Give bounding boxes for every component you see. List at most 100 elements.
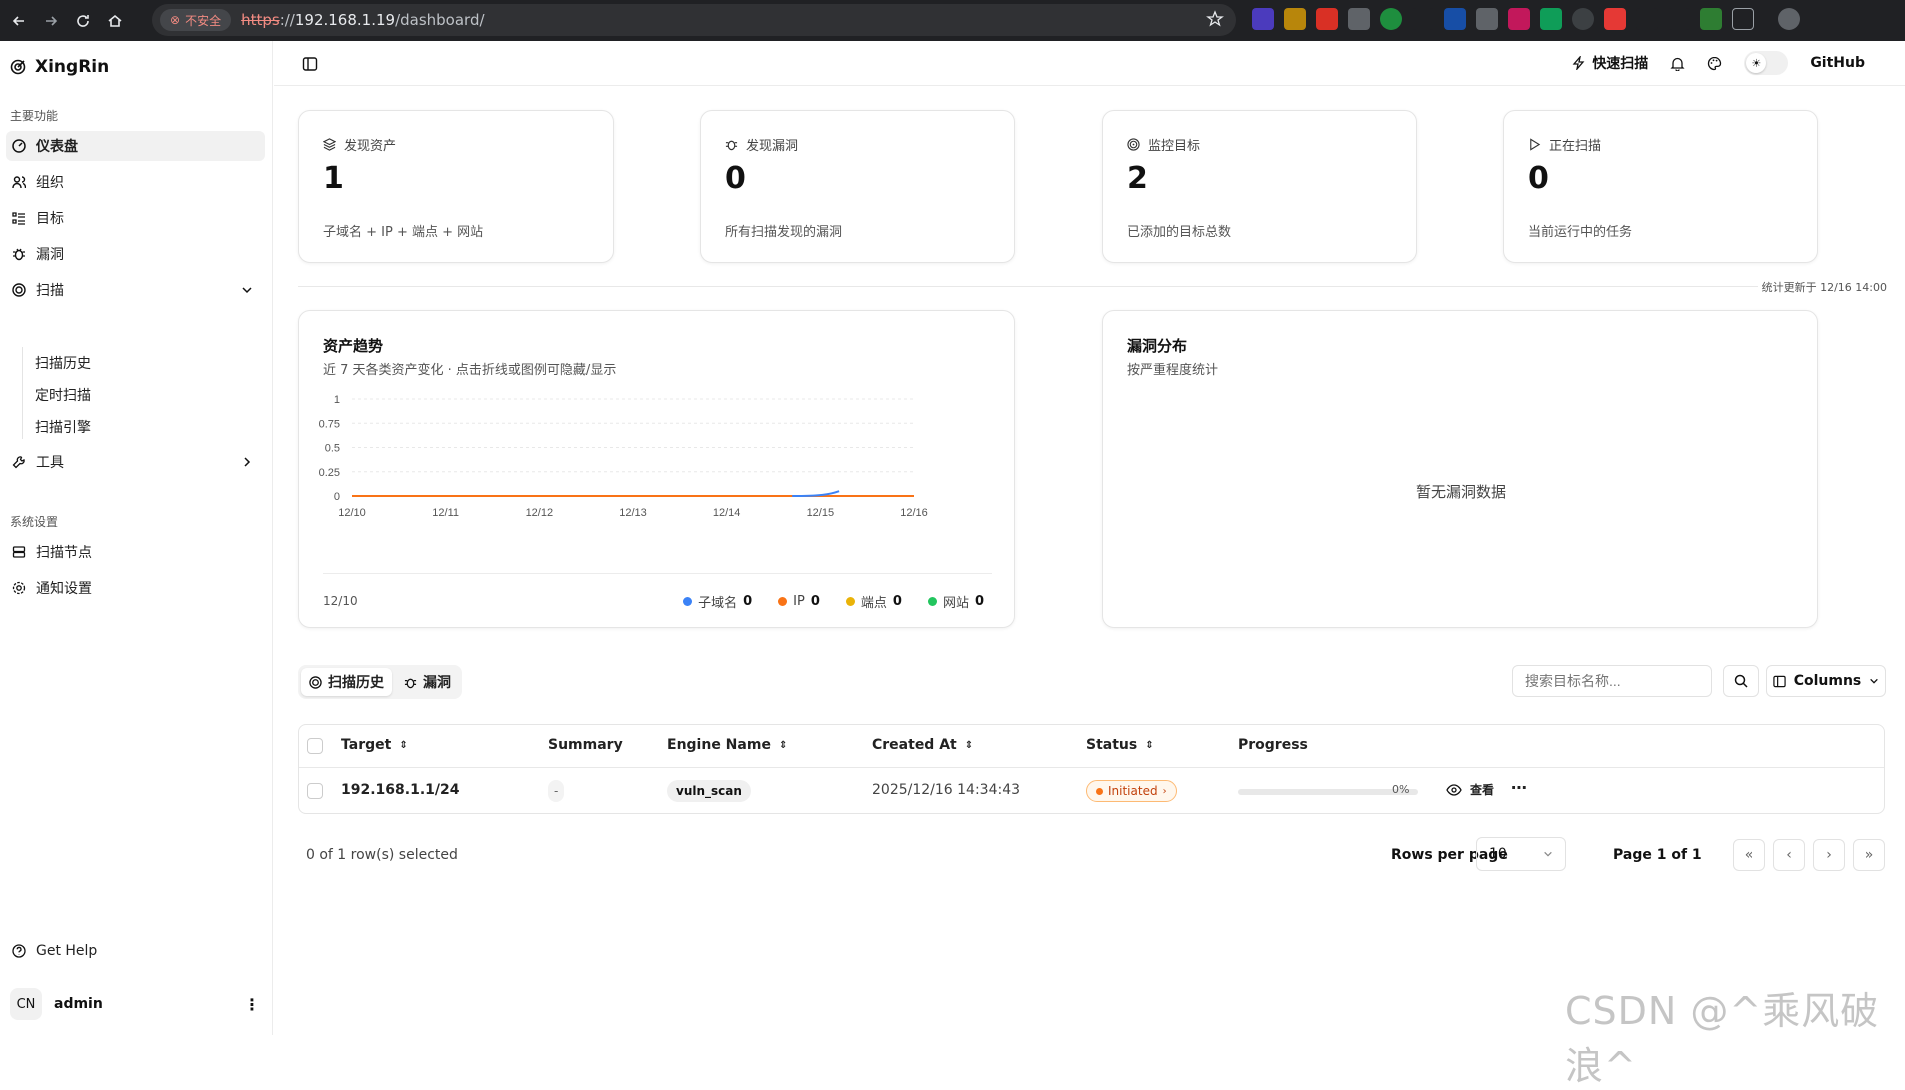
row-checkbox[interactable] bbox=[307, 783, 323, 799]
table-tabs: 扫描历史 漏洞 bbox=[298, 665, 462, 699]
url-text[interactable]: https://192.168.1.19/dashboard/ bbox=[241, 11, 484, 29]
url-host: 192.168.1.19 bbox=[294, 11, 396, 29]
extension-icon[interactable] bbox=[1252, 8, 1274, 30]
column-header-status[interactable]: Status ⇕ bbox=[1086, 737, 1154, 753]
bug-icon bbox=[725, 140, 738, 151]
extension-icon[interactable] bbox=[1668, 8, 1690, 30]
next-page-button[interactable]: › bbox=[1813, 839, 1845, 871]
profile-avatar-icon[interactable] bbox=[1778, 8, 1800, 30]
quick-scan-button[interactable]: 快速扫描 bbox=[1572, 53, 1648, 73]
legend-dot bbox=[927, 597, 937, 606]
stat-label-text: 发现资产 bbox=[344, 139, 397, 154]
bookmark-star-icon[interactable] bbox=[1206, 10, 1224, 32]
puzzle-extensions-icon[interactable] bbox=[1732, 8, 1754, 30]
bell-icon[interactable] bbox=[1670, 56, 1685, 71]
forward-icon[interactable] bbox=[38, 8, 64, 34]
sidebar-toggle-icon[interactable] bbox=[302, 56, 318, 72]
reload-icon[interactable] bbox=[70, 8, 96, 34]
extension-icon[interactable] bbox=[1380, 8, 1402, 30]
tab-scan-history[interactable]: 扫描历史 bbox=[301, 668, 392, 696]
play-icon bbox=[1530, 138, 1541, 151]
prev-page-button[interactable]: ‹ bbox=[1773, 839, 1805, 871]
chart-footer-date: 12/10 bbox=[323, 594, 358, 608]
extension-icon[interactable] bbox=[1316, 8, 1338, 30]
chevron-down-icon[interactable] bbox=[241, 284, 253, 296]
select-all-checkbox[interactable] bbox=[307, 738, 323, 754]
tab-vulnerabilities[interactable]: 漏洞 bbox=[396, 668, 459, 696]
sidebar-subitem-scheduled-scan[interactable]: 定时扫描 bbox=[35, 383, 91, 407]
sort-icon: ⇕ bbox=[1145, 739, 1154, 751]
user-menu[interactable]: CN admin ⋮ bbox=[10, 984, 260, 1024]
topbar-actions: 快速扫描 ☀ GitHub bbox=[1572, 51, 1865, 75]
extension-icon[interactable] bbox=[1476, 8, 1498, 30]
rows-per-page-select[interactable]: 10 bbox=[1476, 837, 1566, 871]
column-header-engine[interactable]: Engine Name ⇕ bbox=[667, 737, 787, 753]
top-bar: 快速扫描 ☀ GitHub bbox=[274, 41, 1905, 86]
sidebar-item-label: 仪表盘 bbox=[36, 139, 78, 155]
status-badge[interactable]: Initiated › bbox=[1086, 780, 1177, 802]
extension-icon[interactable] bbox=[1572, 8, 1594, 30]
sun-icon: ☀ bbox=[1746, 53, 1767, 73]
stat-card-targets: 监控目标 2 已添加的目标总数 bbox=[1102, 110, 1417, 263]
search-button[interactable] bbox=[1723, 665, 1759, 697]
get-help-link[interactable]: Get Help bbox=[6, 936, 265, 966]
extension-icon[interactable] bbox=[1412, 8, 1434, 30]
view-button[interactable]: 查看 bbox=[1446, 781, 1494, 798]
last-page-button[interactable]: » bbox=[1853, 839, 1885, 871]
extension-icon[interactable] bbox=[1540, 8, 1562, 30]
legend-label: 子域名 bbox=[698, 596, 738, 611]
header-label: Engine Name bbox=[667, 737, 771, 753]
theme-toggle[interactable]: ☀ bbox=[1744, 51, 1789, 75]
back-icon[interactable] bbox=[6, 8, 32, 34]
more-horizontal-icon[interactable]: ⋯ bbox=[1511, 778, 1527, 797]
chart-legend: 子域名 0 IP 0 端点 0 网站 0 bbox=[683, 592, 984, 611]
legend-item[interactable]: IP 0 bbox=[778, 592, 820, 611]
palette-icon[interactable] bbox=[1707, 56, 1722, 71]
sidebar-item-organization[interactable]: 组织 bbox=[6, 167, 265, 197]
column-header-target[interactable]: Target ⇕ bbox=[341, 737, 408, 753]
radar-icon bbox=[12, 283, 26, 297]
scan-history-table: Target ⇕ Summary Engine Name ⇕ Created At ⇕… bbox=[298, 724, 1885, 814]
sidebar-item-label: 工具 bbox=[36, 455, 64, 471]
first-page-button[interactable]: « bbox=[1733, 839, 1765, 871]
extension-icon[interactable] bbox=[1284, 8, 1306, 30]
search-input[interactable] bbox=[1512, 665, 1712, 697]
y-tick-label: 0.5 bbox=[325, 443, 340, 455]
sidebar-item-tools[interactable]: 工具 bbox=[6, 447, 265, 477]
y-tick-label: 0.25 bbox=[319, 467, 340, 479]
legend-item[interactable]: 网站 0 bbox=[927, 592, 984, 611]
security-badge[interactable]: ⊗ 不安全 bbox=[160, 9, 232, 31]
layers-icon bbox=[323, 138, 336, 151]
asset-trend-chart[interactable]: 1 0.75 0.5 0.25 0 12/10 12/11 12/12 12/13 12/14 12… bbox=[299, 391, 1014, 521]
sidebar-item-scan[interactable]: 扫描 bbox=[6, 275, 265, 305]
sidebar-item-label: 扫描 bbox=[36, 283, 64, 299]
extension-icon[interactable] bbox=[1636, 8, 1658, 30]
sidebar-item-targets[interactable]: 目标 bbox=[6, 203, 265, 233]
sidebar-item-dashboard[interactable]: 仪表盘 bbox=[6, 131, 265, 161]
sidebar-subitem-scan-history[interactable]: 扫描历史 bbox=[35, 351, 91, 375]
sidebar-item-scan-nodes[interactable]: 扫描节点 bbox=[6, 537, 265, 567]
sidebar-subitem-scan-engine[interactable]: 扫描引擎 bbox=[35, 415, 91, 439]
extension-icon[interactable] bbox=[1604, 8, 1626, 30]
chevrons-right-icon: » bbox=[1864, 847, 1874, 863]
chevron-right-icon[interactable] bbox=[241, 456, 253, 468]
brand[interactable]: XingRin bbox=[10, 57, 109, 77]
address-bar[interactable]: ⊗ 不安全 https://192.168.1.19/dashboard/ bbox=[152, 4, 1236, 36]
legend-item[interactable]: 子域名 0 bbox=[683, 592, 752, 611]
extensions-area bbox=[1252, 8, 1800, 30]
extension-icon[interactable] bbox=[1444, 8, 1466, 30]
sidebar-item-notification-settings[interactable]: 通知设置 bbox=[6, 573, 265, 603]
columns-button[interactable]: Columns bbox=[1766, 665, 1886, 697]
legend-dot bbox=[845, 597, 855, 606]
extension-icon[interactable] bbox=[1508, 8, 1530, 30]
table-row[interactable]: 192.168.1.1/24 - vuln_scan 2025/12/16 14… bbox=[299, 767, 1884, 813]
github-link[interactable]: GitHub bbox=[1810, 55, 1865, 71]
shield-extension-icon[interactable] bbox=[1700, 8, 1722, 30]
cell-target[interactable]: 192.168.1.1/24 bbox=[341, 782, 459, 798]
legend-item[interactable]: 端点 0 bbox=[845, 592, 902, 611]
more-vertical-icon[interactable]: ⋮ bbox=[244, 995, 260, 1014]
extension-icon[interactable] bbox=[1348, 8, 1370, 30]
home-icon[interactable] bbox=[102, 8, 128, 34]
sidebar-item-vulnerabilities[interactable]: 漏洞 bbox=[6, 239, 265, 269]
column-header-created-at[interactable]: Created At ⇕ bbox=[872, 737, 973, 753]
